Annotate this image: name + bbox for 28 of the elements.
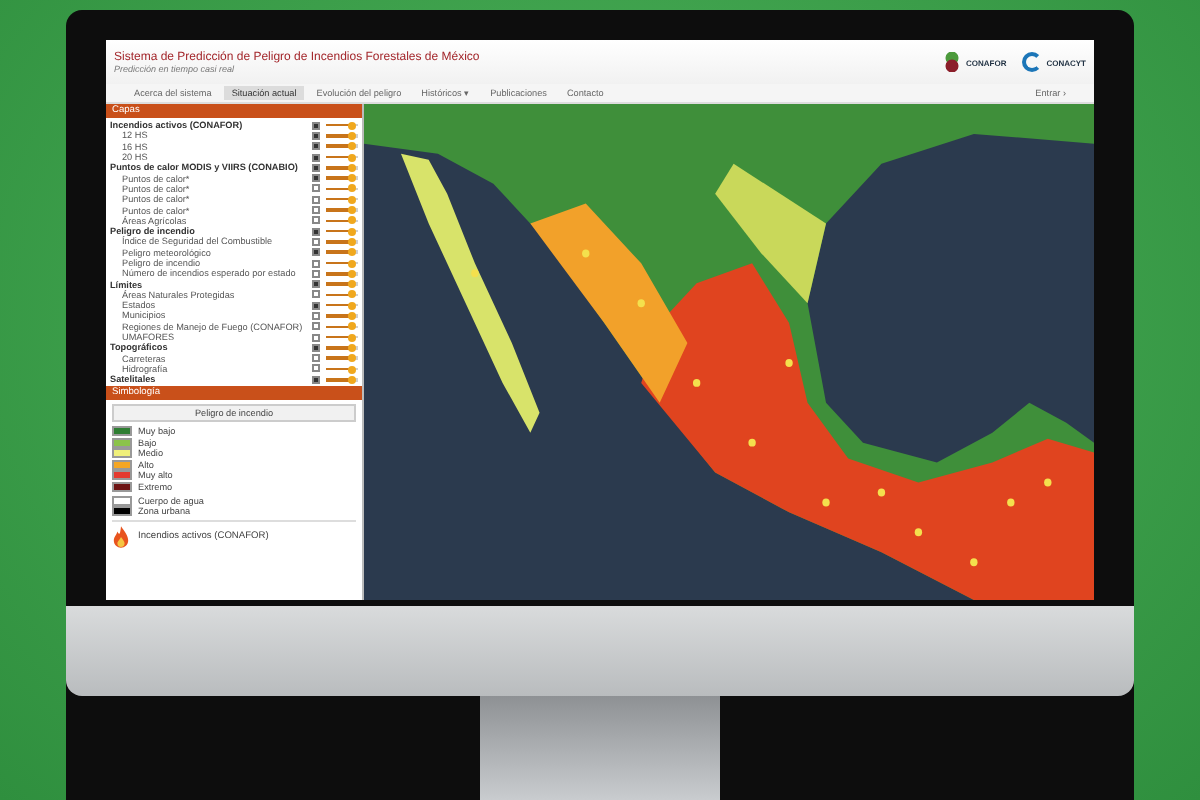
layer-checkbox[interactable]	[312, 131, 320, 140]
layer-checkbox[interactable]	[312, 163, 320, 172]
layer-checkbox[interactable]	[312, 121, 320, 130]
layer-checkbox[interactable]	[312, 301, 320, 310]
layer-checkbox[interactable]	[312, 343, 320, 352]
layer-checkbox[interactable]	[312, 142, 320, 151]
layer-checkbox[interactable]	[312, 216, 320, 225]
layer-checkbox[interactable]	[312, 195, 320, 204]
layer-checkbox[interactable]	[312, 311, 320, 320]
layer-checkbox[interactable]	[312, 227, 320, 236]
tree-logo-icon	[941, 52, 962, 72]
layer-checkbox[interactable]	[312, 322, 320, 331]
layer-checkbox[interactable]	[312, 174, 320, 183]
circle-logo-icon	[1022, 52, 1043, 72]
layer-checkbox[interactable]	[312, 375, 320, 384]
layer-checkbox[interactable]	[312, 206, 320, 215]
layer-checkbox[interactable]	[312, 248, 320, 257]
layer-checkbox[interactable]	[312, 290, 320, 299]
layer-checkbox[interactable]	[312, 259, 320, 267]
layer-checkbox[interactable]	[312, 280, 320, 289]
layer-checkbox[interactable]	[312, 153, 320, 162]
layer-checkbox[interactable]	[312, 269, 320, 278]
layer-checkbox[interactable]	[312, 237, 320, 246]
layer-checkbox[interactable]	[312, 354, 320, 363]
flame-icon	[112, 526, 130, 549]
layer-checkbox[interactable]	[312, 364, 320, 373]
layer-checkbox[interactable]	[312, 333, 320, 342]
layer-checkbox[interactable]	[312, 184, 320, 193]
